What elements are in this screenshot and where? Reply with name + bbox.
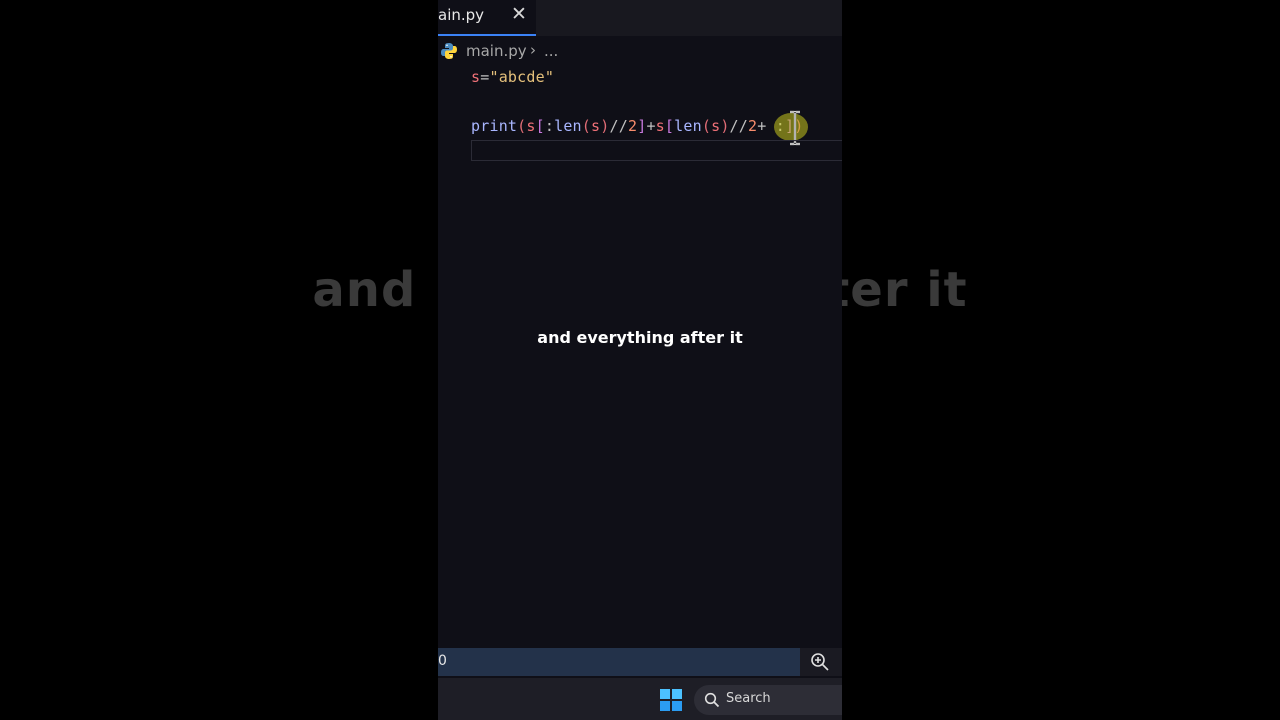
breadcrumb-more[interactable]: ... [544, 42, 558, 60]
background-caption-right: ter it [826, 262, 968, 318]
token: // [609, 117, 628, 135]
token: [ [535, 117, 545, 135]
token: // [729, 117, 749, 135]
token: ) [600, 117, 610, 135]
code-line-1[interactable]: s="abcde" [471, 68, 554, 86]
token: 2 [627, 117, 638, 135]
zoom-in-icon [811, 653, 829, 671]
background-caption-left: and [312, 262, 417, 318]
token: s [471, 68, 481, 86]
token: len [554, 117, 582, 135]
breadcrumb-file[interactable]: main.py [466, 42, 527, 60]
token: : [544, 117, 555, 135]
token: [ [664, 117, 675, 135]
chevron-right-icon: › [530, 41, 536, 59]
python-icon [441, 43, 457, 59]
token: ( [701, 117, 712, 135]
token: len [674, 117, 702, 135]
status-bar: 0 [438, 648, 842, 676]
zoom-button[interactable] [800, 648, 842, 676]
token: s [711, 117, 721, 135]
search-label: Search [726, 691, 771, 706]
breadcrumb: main.py › ... [438, 40, 842, 62]
token: s [526, 117, 536, 135]
token: s [591, 117, 601, 135]
token: 2 [748, 117, 758, 135]
windows-logo-icon[interactable] [660, 689, 682, 711]
current-line-highlight [471, 140, 842, 161]
token: + [646, 117, 656, 135]
tab-main-py[interactable]: ain.py ✕ [438, 0, 536, 36]
token: ( [581, 117, 592, 135]
token: "abcde" [489, 68, 555, 86]
code-line-2[interactable]: print(s[:len(s)//2]+s[len(s)//2+ :]) [471, 117, 803, 135]
taskbar: Search [438, 678, 842, 720]
token: print [471, 117, 518, 135]
tab-label: ain.py [438, 6, 485, 24]
close-icon[interactable]: ✕ [511, 3, 527, 25]
video-frame: ain.py ✕ main.py › ... s="abcde" print(s… [438, 0, 842, 720]
video-subtitle: and everything after it [537, 328, 743, 347]
tab-bar: ain.py ✕ [438, 0, 842, 36]
search-icon [704, 692, 720, 708]
status-text: 0 [438, 653, 447, 669]
token: ( [517, 117, 527, 135]
token: s [655, 117, 665, 135]
taskbar-search[interactable]: Search [694, 685, 842, 715]
token: ) [720, 117, 730, 135]
